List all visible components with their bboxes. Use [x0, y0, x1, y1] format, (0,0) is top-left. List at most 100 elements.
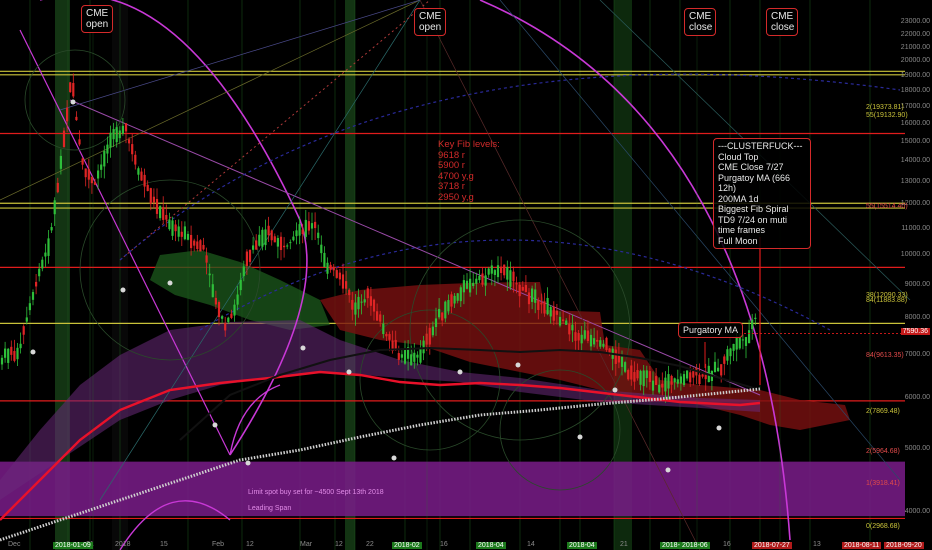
candle-body — [221, 316, 224, 319]
candle-body — [555, 310, 558, 315]
td-marker-dot — [391, 455, 397, 461]
candle-body — [658, 384, 661, 393]
fib-level-label: 84(11883.88) — [866, 297, 908, 304]
candle-body — [379, 314, 382, 322]
candle-body — [13, 351, 16, 361]
candle-body — [227, 317, 230, 323]
candle-body — [475, 278, 478, 284]
candle-body — [258, 234, 261, 246]
candle-body — [193, 240, 196, 246]
td-marker-dot — [577, 434, 583, 440]
candle-body — [558, 316, 562, 326]
candle-body — [624, 362, 627, 372]
candle-body — [279, 236, 283, 251]
candle-body — [698, 374, 701, 385]
candle-body — [87, 169, 90, 180]
candle-body — [310, 223, 314, 229]
time-axis-label: Feb — [212, 541, 225, 548]
candle-body — [93, 182, 97, 185]
td-marker-dot — [212, 422, 218, 428]
candle-body — [593, 338, 596, 345]
price-tick-label: 15000.00 — [900, 137, 930, 145]
candle-body — [537, 300, 540, 310]
time-axis-label: 13 — [813, 541, 821, 548]
candle-body — [726, 349, 729, 361]
candle-body — [236, 294, 239, 305]
candle-body — [25, 317, 28, 322]
price-chart[interactable] — [0, 0, 932, 550]
candle-body — [651, 380, 655, 391]
price-tick-label: 10000.00 — [900, 251, 930, 259]
candle-body — [527, 292, 531, 305]
candle-body — [754, 317, 757, 320]
time-axis-label: 15 — [160, 541, 168, 548]
candle-body — [478, 275, 481, 281]
candle-body — [599, 340, 602, 347]
candle-body — [149, 188, 152, 204]
candle-body — [31, 292, 35, 300]
candle-body — [81, 158, 84, 165]
candle-body — [723, 356, 726, 364]
price-tick-label: 13000.00 — [900, 177, 930, 185]
candle-body — [686, 370, 689, 379]
candle-body — [56, 182, 59, 193]
time-axis-label: 22 — [366, 541, 374, 548]
candle-body — [500, 266, 503, 274]
td-marker-dot — [716, 425, 722, 431]
candle-body — [503, 264, 506, 276]
candle-body — [298, 224, 301, 236]
candle-body — [264, 229, 267, 246]
candle-body — [655, 376, 658, 385]
candle-body — [245, 251, 248, 266]
candle-body — [589, 334, 593, 347]
candle-body — [642, 370, 645, 387]
candle-body — [524, 285, 527, 292]
candle-body — [400, 354, 403, 358]
candle-body — [16, 347, 19, 360]
candle-body — [574, 332, 577, 341]
candle-body — [75, 116, 78, 121]
candle-body — [481, 273, 484, 285]
candle-body — [729, 348, 732, 357]
price-tick-label: 22000.00 — [900, 30, 930, 38]
candle-body — [369, 296, 372, 306]
candle-body — [208, 273, 211, 276]
candle-body — [140, 171, 143, 181]
candle-body — [496, 265, 500, 278]
candle-body — [636, 370, 639, 379]
cme-callout-line: close — [689, 22, 713, 33]
candle-body — [159, 206, 162, 219]
candle-body — [292, 236, 295, 241]
candle-body — [211, 284, 214, 298]
candle-body — [286, 245, 289, 247]
price-tick-label: 5000.00 — [904, 445, 930, 453]
clusterfuck-title: ---CLUSTERFUCK--- — [718, 141, 803, 151]
candle-body — [521, 287, 524, 291]
fib-level-label: 2(19373.81) — [866, 104, 904, 111]
candle-body — [103, 150, 106, 167]
candle-body — [509, 270, 512, 287]
clusterfuck-line: TD9 7/24 on muti time frames — [718, 214, 788, 236]
candle-body — [596, 339, 599, 342]
candle-body — [323, 252, 326, 267]
clusterfuck-line: Purgatoy MA (666 12h) — [718, 172, 791, 194]
candle-body — [444, 301, 447, 319]
candle-body — [252, 245, 255, 250]
cme-callout: CME open — [414, 8, 446, 36]
fib-level-label: 1(3918.41) — [866, 480, 900, 487]
time-axis-label: 16 — [440, 541, 448, 548]
candle-body — [115, 127, 118, 143]
candle-body — [59, 155, 62, 169]
candle-body — [682, 374, 686, 386]
candle-body — [738, 337, 741, 349]
candle-body — [366, 288, 369, 299]
candle-body — [180, 231, 183, 237]
time-axis-label: 2018 — [115, 541, 131, 548]
candle-body — [360, 301, 363, 303]
candle-body — [701, 374, 704, 377]
time-axis-highlight: 2018-06 — [680, 542, 710, 549]
candle-body — [506, 267, 509, 280]
candle-body — [633, 372, 636, 382]
candle-body — [487, 268, 490, 275]
candle-body — [317, 232, 320, 239]
